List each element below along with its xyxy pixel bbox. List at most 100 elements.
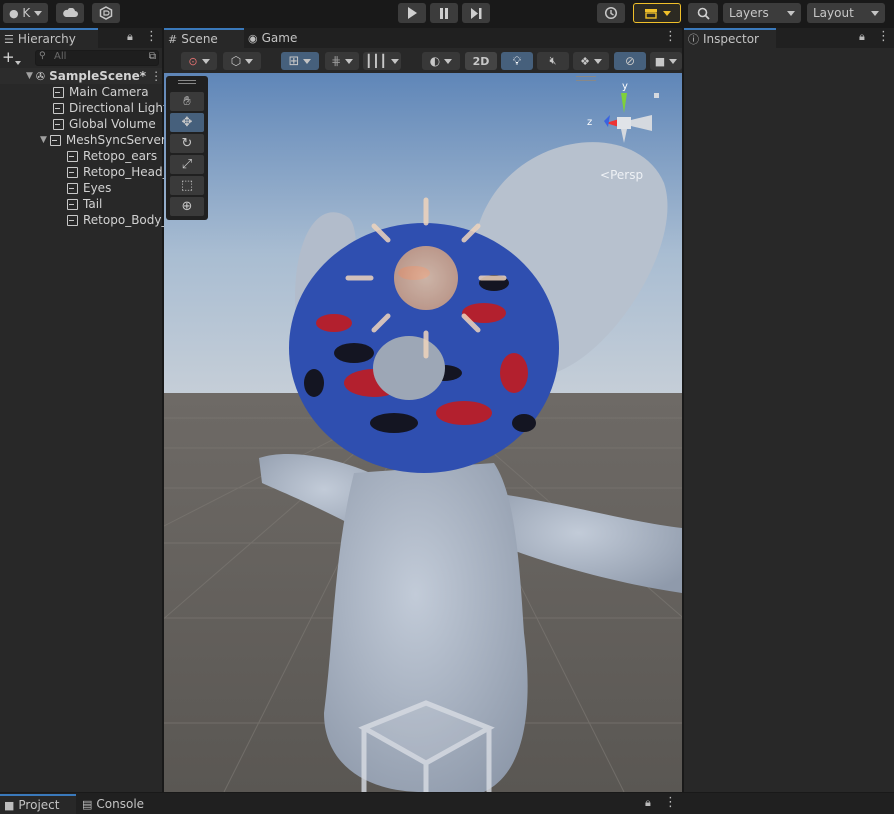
play-icon (408, 7, 417, 19)
global-dropdown[interactable]: ⬡ (223, 52, 261, 70)
chevron-down-icon (33, 10, 42, 16)
gamepad-icon: ◉ (248, 31, 258, 45)
pause-icon (440, 7, 448, 19)
hierarchy-item-label: Global Volume (69, 117, 156, 131)
lighting-toggle[interactable]: 💡︎ (501, 52, 533, 70)
audio-icon: 🔇︎ (549, 54, 557, 67)
transform-tool-button[interactable]: ⊕ (170, 197, 204, 216)
main-toolbar: ● K Layers Layout (0, 0, 894, 27)
camera-dropdown[interactable]: ■ (650, 52, 682, 70)
ruler-icon: ┃┃┃ (365, 54, 387, 68)
pivot-icon: ⊙ (188, 54, 198, 68)
collab-button[interactable] (92, 3, 120, 23)
folder-icon: ■ (4, 798, 15, 812)
more-menu-icon[interactable]: ⋮ (145, 29, 158, 44)
gameobject-icon (67, 166, 78, 178)
chevron-down-icon (662, 10, 671, 16)
hierarchy-item-label: Eyes (83, 181, 112, 195)
shading-mode-icon: ◐ (429, 54, 441, 68)
more-menu-icon[interactable]: ⋮ (664, 29, 677, 44)
persp-label: Persp (610, 168, 644, 182)
hierarchy-search-input[interactable]: ⚲ All ⧉ (35, 50, 159, 66)
fold-down-icon[interactable]: ▼ (40, 135, 47, 145)
more-menu-icon[interactable]: ⋮ (664, 795, 677, 810)
move-tool-button[interactable]: ✥ (170, 113, 204, 132)
layers-label: Layers (729, 6, 769, 20)
gameobject-icon (67, 214, 78, 226)
tab-hierarchy[interactable]: ☰ Hierarchy (0, 28, 98, 48)
audio-toggle[interactable]: 🔇︎ (537, 52, 569, 70)
gameobject-icon (67, 198, 78, 210)
tab-game[interactable]: ◉ Game (244, 28, 304, 48)
drag-handle-icon[interactable] (178, 80, 196, 84)
step-button[interactable] (462, 3, 490, 23)
scene-tab-label: Scene (181, 32, 218, 46)
projection-toggle[interactable]: <Persp (600, 168, 643, 182)
search-filter-icon[interactable]: ⧉ (149, 51, 156, 62)
gameobject-icon (53, 118, 64, 130)
mode-2d-toggle[interactable]: 2D (465, 52, 497, 70)
search-icon (697, 7, 710, 20)
cloud-button[interactable] (56, 3, 84, 23)
axis-gizmo-icon (604, 93, 659, 143)
search-placeholder: All (54, 51, 67, 62)
more-menu-icon[interactable]: ⋮ (877, 29, 890, 44)
view-orientation-gizmo[interactable]: y z (584, 81, 664, 163)
draw-mode-dropdown[interactable]: ◐ (422, 52, 460, 70)
account-dropdown[interactable]: ● K (3, 3, 48, 23)
asset-store-button[interactable] (633, 3, 681, 23)
hierarchy-item-label: MeshSyncServer (65, 133, 166, 147)
camera-icon: ■ (654, 54, 666, 68)
scale-icon: ⤢ (181, 157, 193, 172)
hand-tool-button[interactable]: ✋︎ (170, 92, 204, 111)
tab-scene[interactable]: # Scene (164, 28, 244, 48)
scene-menu-icon[interactable]: ⋮ (150, 69, 162, 83)
pause-button[interactable] (430, 3, 458, 23)
info-icon: ⓘ (688, 33, 699, 46)
gizmo-drag-handle-icon[interactable] (576, 76, 596, 81)
tab-console[interactable]: ▤ Console (78, 794, 164, 814)
lock-icon[interactable]: 🔒︎ (859, 30, 865, 44)
hidden-eye-icon: ⊘ (624, 54, 636, 68)
scene-viewport[interactable]: ✋︎ ✥ ↻ ⤢ ⬚ ⊕ y z <Persp (164, 73, 682, 792)
layout-dropdown[interactable]: Layout (807, 3, 885, 23)
play-button[interactable] (398, 3, 426, 23)
tab-project[interactable]: ■ Project (0, 794, 76, 814)
gizmo-z-label: z (587, 117, 593, 128)
grid-snap-dropdown[interactable]: ⊞ (281, 52, 319, 70)
lock-icon[interactable]: 🔒︎ (645, 796, 651, 810)
rotate-tool-button[interactable]: ↻ (170, 134, 204, 153)
scene-tab-strip: # Scene ◉ Game ⋮ (164, 28, 682, 48)
transform-icon: ⊕ (181, 199, 193, 214)
hierarchy-item-label: Retopo_ears (83, 149, 158, 163)
effects-dropdown[interactable]: ❖ (573, 52, 609, 70)
light-bulb-icon: 💡︎ (512, 53, 522, 68)
scale-tool-button[interactable]: ⤢ (170, 155, 204, 174)
fold-down-icon[interactable]: ▼ (26, 71, 33, 81)
collab-icon (99, 6, 113, 20)
tab-inspector[interactable]: ⓘ Inspector (684, 28, 776, 48)
rotate-icon: ↻ (181, 136, 193, 151)
scene-visibility-toggle[interactable]: ⊘ (614, 52, 646, 70)
ruler-dropdown[interactable]: ┃┃┃ (363, 52, 401, 70)
gameobject-icon (53, 86, 64, 98)
add-icon[interactable]: + (2, 48, 15, 66)
lock-icon[interactable]: 🔒︎ (127, 30, 133, 44)
snap-increment-dropdown[interactable]: ⋕ (325, 52, 359, 70)
search-button[interactable] (688, 3, 718, 23)
pivot-dropdown[interactable]: ⊙ (181, 52, 217, 70)
layout-label: Layout (813, 6, 854, 20)
hierarchy-item-label: Directional Light (69, 101, 168, 115)
persp-arrow-icon: < (600, 168, 611, 182)
rect-tool-button[interactable]: ⬚ (170, 176, 204, 195)
snap-increment-icon: ⋕ (330, 54, 342, 68)
account-label: K (22, 6, 31, 20)
layers-dropdown[interactable]: Layers (723, 3, 801, 23)
history-button[interactable] (597, 3, 625, 23)
chevron-down-icon[interactable] (15, 54, 21, 68)
chevron-down-icon (871, 10, 879, 16)
scene-row[interactable]: ▼ ✇ SampleScene* ⋮ (0, 68, 162, 84)
bottom-panel: ■ Project ▤ Console 🔒︎ ⋮ (0, 793, 894, 814)
search-icon: ⚲ (39, 51, 46, 61)
hierarchy-tab-label: Hierarchy (17, 32, 76, 46)
